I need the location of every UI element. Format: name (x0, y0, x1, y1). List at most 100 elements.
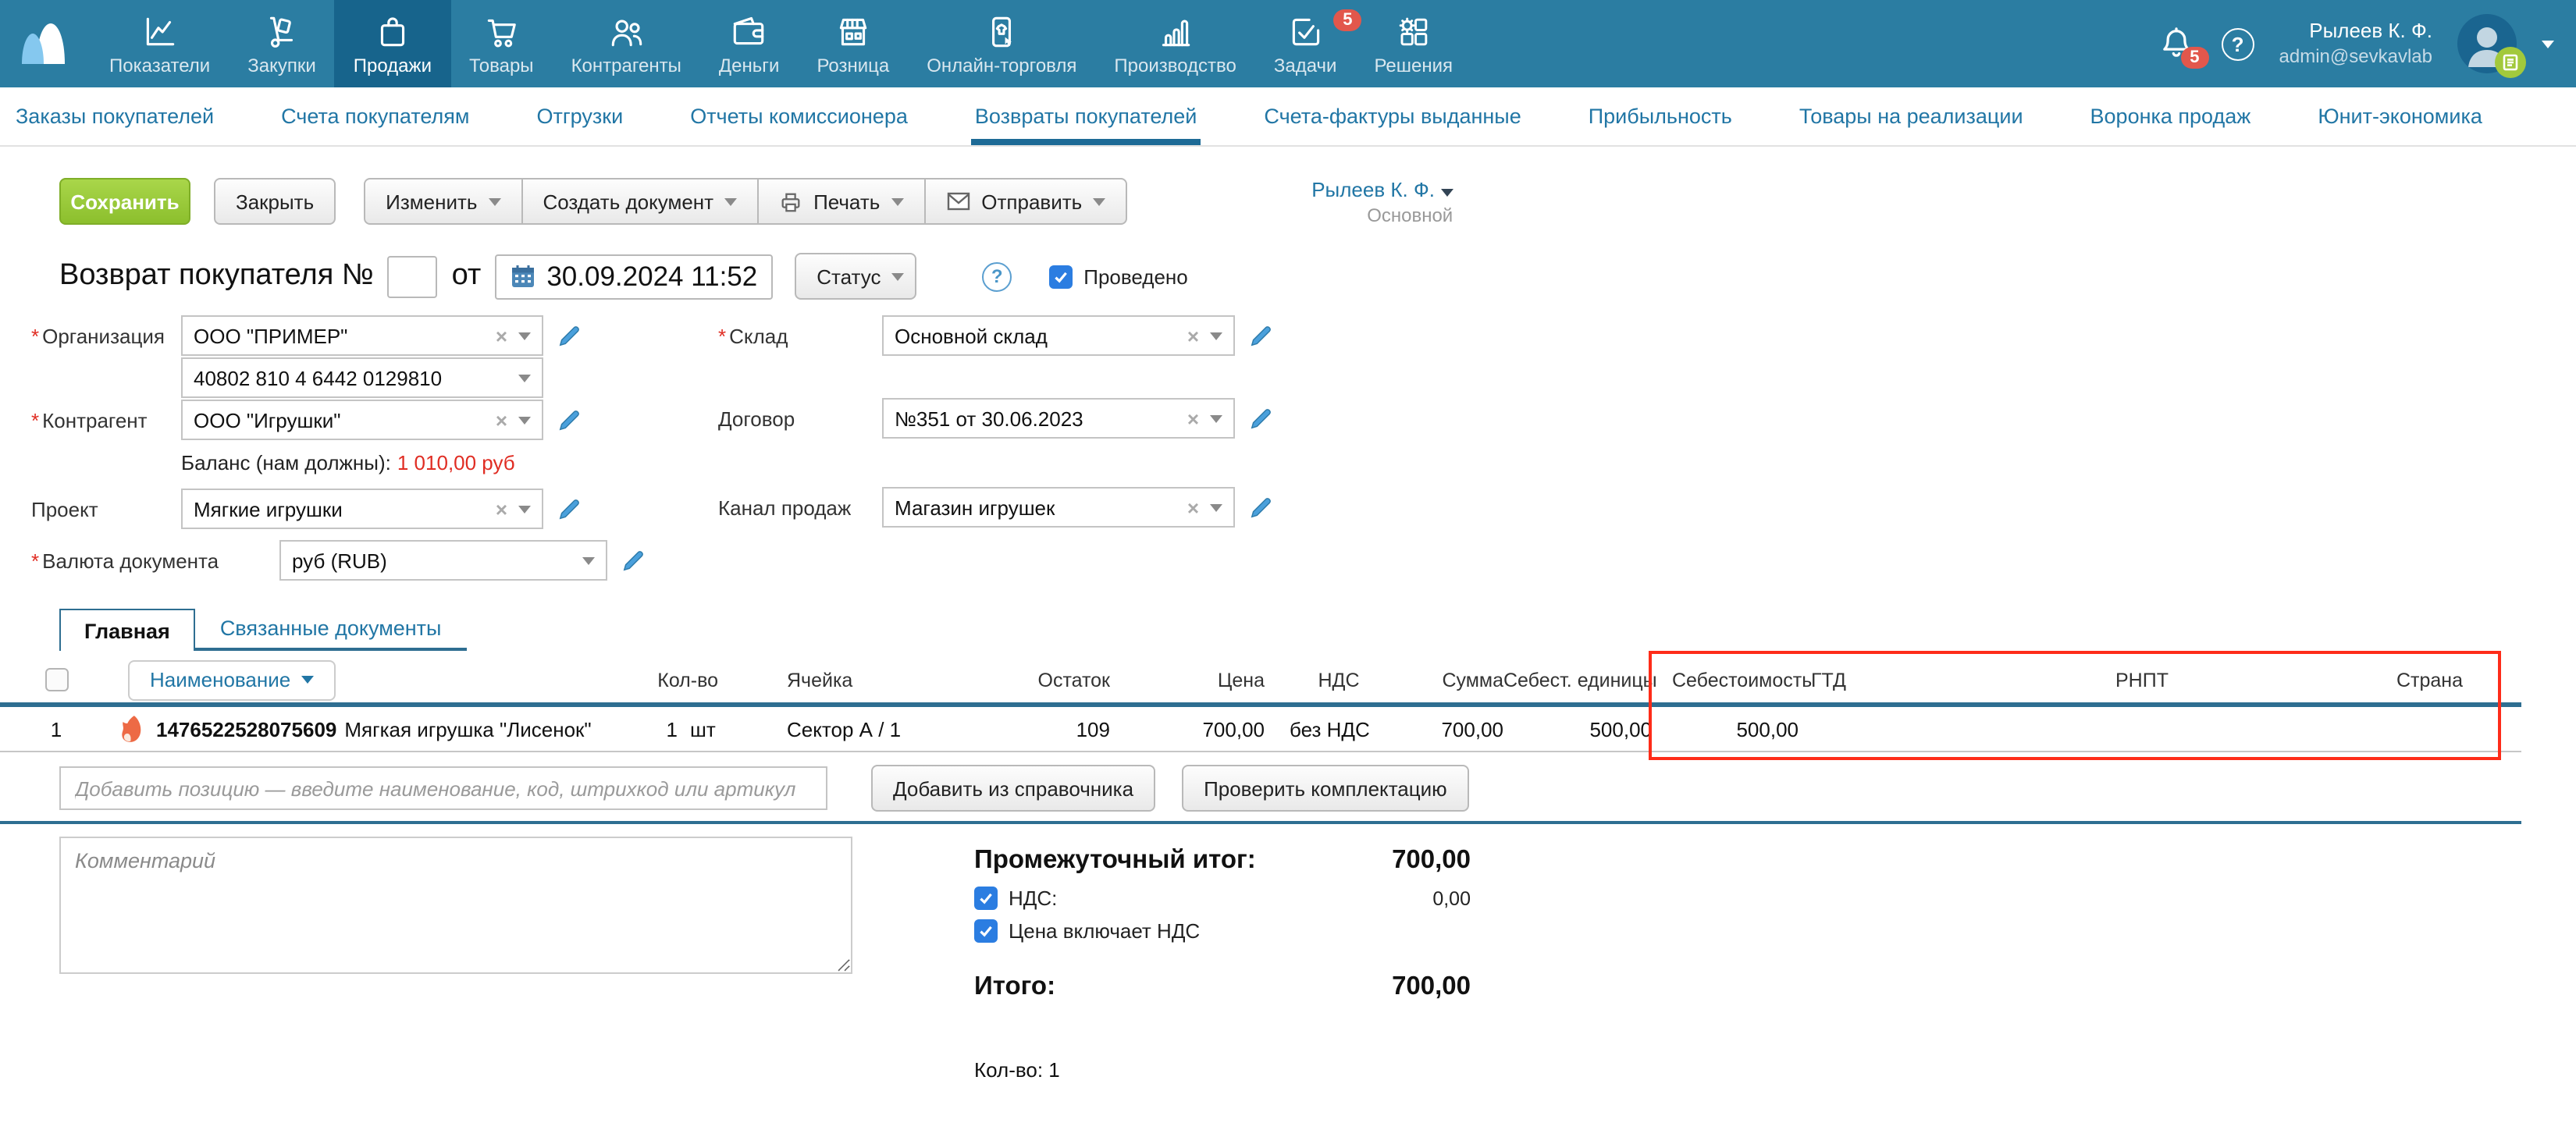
tab-linked-documents[interactable]: Связанные документы (195, 613, 467, 652)
contract-label: Договор (718, 407, 882, 431)
send-button[interactable]: Отправить (923, 178, 1127, 225)
balance-label: Баланс (нам должны): (181, 451, 391, 474)
create-document-button[interactable]: Создать документ (521, 178, 759, 225)
sum-cell: 700,00 (1413, 718, 1503, 741)
counterparty-select[interactable]: ООО "Игрушки"× (181, 400, 543, 441)
chevron-down-icon (488, 197, 500, 205)
select-all-checkbox[interactable] (44, 669, 68, 692)
positions-table: Наименование Кол-во Ячейка Остаток Цена … (0, 658, 2521, 753)
comment-textarea[interactable] (59, 837, 852, 975)
required-star: * (31, 549, 39, 573)
nav-item-indicators[interactable]: Показатели (91, 0, 229, 87)
clear-icon[interactable]: × (496, 409, 507, 432)
subnav-customer-invoices[interactable]: Счета покупателям (281, 87, 469, 145)
apps-gear-icon (1394, 12, 1433, 51)
close-button[interactable]: Закрыть (214, 178, 336, 225)
organization-select[interactable]: ООО "ПРИМЕР"× (181, 316, 543, 357)
nav-label: Задачи (1274, 54, 1337, 76)
table-row[interactable]: 1 1476522528075609 Мягкая игрушка "Лисен… (0, 708, 2521, 753)
status-dropdown[interactable]: Статус (795, 254, 916, 300)
cost-cell: 500,00 (1652, 718, 1803, 741)
vat-checkbox[interactable] (974, 887, 998, 911)
wallet-icon (730, 12, 769, 51)
envelope-icon (945, 190, 970, 212)
clear-icon[interactable]: × (1187, 325, 1199, 348)
check-bundle-button[interactable]: Проверить комплектацию (1182, 766, 1469, 812)
project-select[interactable]: Мягкие игрушки× (181, 489, 543, 530)
subnav-customer-orders[interactable]: Заказы покупателей (16, 87, 214, 145)
nav-item-goods[interactable]: Товары (450, 0, 553, 87)
subnav-issued-invoices[interactable]: Счета-фактуры выданные (1264, 87, 1521, 145)
posted-checkbox[interactable] (1049, 265, 1073, 289)
help-button[interactable]: ? (2222, 27, 2254, 60)
chevron-down-icon (1210, 504, 1222, 512)
store-icon (834, 12, 873, 51)
project-edit-pencil-icon[interactable] (557, 498, 581, 521)
owner-link[interactable]: Рылеев К. Ф. (1311, 178, 1453, 204)
organization-account-select[interactable]: 40802 810 4 6442 0129810 (181, 358, 543, 399)
subnav-profitability[interactable]: Прибыльность (1589, 87, 1732, 145)
avatar[interactable] (2457, 14, 2517, 73)
nav-item-counterparties[interactable]: Контрагенты (553, 0, 700, 87)
nav-item-retail[interactable]: Розница (798, 0, 908, 87)
subnav-commissioner-reports[interactable]: Отчеты комиссионера (690, 87, 908, 145)
save-button[interactable]: Сохранить (59, 178, 190, 225)
add-from-catalog-button[interactable]: Добавить из справочника (871, 766, 1155, 812)
total-value: 700,00 (1392, 973, 1471, 1003)
nav-item-online-trade[interactable]: Онлайн-торговля (908, 0, 1095, 87)
subnav-shipments[interactable]: Отгрузки (536, 87, 623, 145)
counterparty-edit-pencil-icon[interactable] (557, 409, 581, 432)
user-name: Рылеев К. Ф. (2279, 19, 2432, 45)
subnav-consignment-goods[interactable]: Товары на реализации (1799, 87, 2023, 145)
moysklad-logo-icon (14, 16, 76, 72)
cell-cell: Сектор А / 1 (787, 718, 937, 741)
subtotal-value: 700,00 (1392, 847, 1471, 876)
vat-cell: без НДС (1265, 718, 1413, 741)
app-logo[interactable] (0, 0, 91, 87)
user-menu-caret-icon[interactable] (2542, 40, 2554, 48)
organization-edit-pencil-icon[interactable] (557, 325, 581, 348)
owner-block: Рылеев К. Ф. Основной (1311, 178, 1453, 229)
subtotal-label: Промежуточный итог: (974, 847, 1256, 876)
clear-icon[interactable]: × (496, 325, 507, 348)
currency-edit-pencil-icon[interactable] (621, 549, 645, 573)
doc-number-input[interactable] (388, 256, 438, 298)
contract-edit-pencil-icon[interactable] (1249, 407, 1272, 431)
warehouse-edit-pencil-icon[interactable] (1249, 325, 1272, 348)
subnav-unit-economics[interactable]: Юнит-экономика (2318, 87, 2482, 145)
document-toolbar: Сохранить Закрыть Изменить Создать докум… (59, 178, 2576, 229)
total-qty: Кол-во: 1 (974, 1059, 1471, 1082)
posted-help-icon[interactable]: ? (982, 262, 1012, 292)
nav-item-tasks[interactable]: 5 Задачи (1255, 0, 1356, 87)
nav-label: Онлайн-торговля (927, 54, 1076, 76)
contract-select[interactable]: №351 от 30.06.2023× (882, 399, 1235, 439)
sales-channel-select[interactable]: Магазин игрушек× (882, 488, 1235, 528)
doc-datetime-field[interactable]: 30.09.2024 11:52 (495, 254, 773, 300)
warehouse-select[interactable]: Основной склад× (882, 316, 1235, 357)
nav-label: Контрагенты (571, 54, 681, 76)
notifications-button[interactable]: 5 (2156, 23, 2197, 64)
qty-cell: 1 (628, 718, 678, 741)
subnav-sales-funnel[interactable]: Воронка продаж (2090, 87, 2251, 145)
currency-select[interactable]: руб (RUB) (279, 541, 607, 581)
nav-item-production[interactable]: Производство (1095, 0, 1255, 87)
clear-icon[interactable]: × (1187, 407, 1199, 431)
nav-item-purchases[interactable]: Закупки (229, 0, 335, 87)
nav-label: Закупки (247, 54, 316, 76)
add-position-input[interactable] (59, 767, 827, 811)
print-button[interactable]: Печать (757, 178, 925, 225)
tab-main[interactable]: Главная (59, 609, 195, 652)
sort-caret-icon (301, 677, 314, 684)
chevron-down-icon (1210, 332, 1222, 340)
sales-channel-edit-pencil-icon[interactable] (1249, 496, 1272, 520)
nav-item-sales[interactable]: Продажи (335, 0, 450, 87)
clear-icon[interactable]: × (496, 498, 507, 521)
subnav-customer-returns[interactable]: Возвраты покупателей (975, 87, 1197, 145)
clear-icon[interactable]: × (1187, 496, 1199, 520)
price-includes-vat-checkbox[interactable] (974, 920, 998, 943)
nav-item-money[interactable]: Деньги (700, 0, 799, 87)
name-column-sort-button[interactable]: Наименование (128, 660, 336, 701)
edit-button[interactable]: Изменить (364, 178, 522, 225)
online-store-icon (982, 12, 1021, 51)
nav-item-solutions[interactable]: Решения (1355, 0, 1471, 87)
